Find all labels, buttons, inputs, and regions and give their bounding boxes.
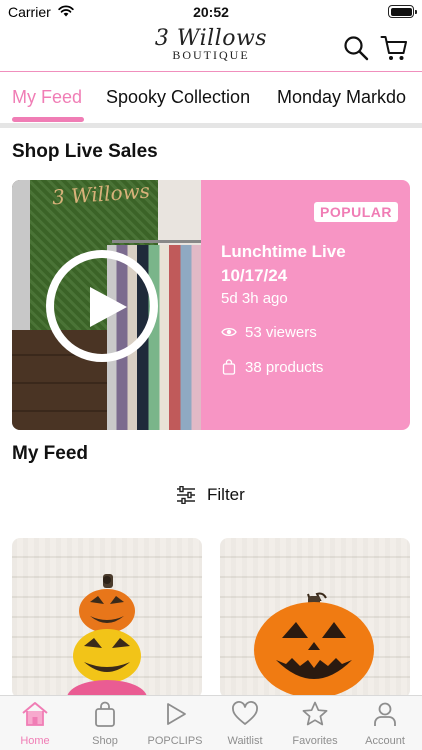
app-header: 3 Willows BOUTIQUE xyxy=(0,24,422,72)
feed-item[interactable] xyxy=(220,538,410,698)
bottom-tab-bar: Home Shop POPCLIPS Waitlist Favorites Ac… xyxy=(0,695,422,750)
tabbar-popclips-label: POPCLIPS xyxy=(147,735,203,747)
collection-tabs: My Feed Spooky Collection Monday Markdo xyxy=(0,73,422,123)
tabbar-shop-label: Shop xyxy=(92,735,118,747)
viewers-label: 53 viewers xyxy=(245,324,317,341)
stacked-pumpkin-image xyxy=(67,574,147,698)
live-sale-card[interactable]: 3 Willows POPULAR Lunchtime Live 10/17/2… xyxy=(12,180,410,430)
cart-icon[interactable] xyxy=(380,34,408,62)
search-icon[interactable] xyxy=(342,34,370,62)
products-label: 38 products xyxy=(245,359,324,376)
live-sale-thumbnail: 3 Willows xyxy=(12,180,201,430)
tabbar-favorites[interactable]: Favorites xyxy=(280,696,350,750)
tabbar-account[interactable]: Account xyxy=(350,696,420,750)
play-button[interactable] xyxy=(46,250,158,362)
tab-my-feed[interactable]: My Feed xyxy=(12,87,82,108)
status-bar: Carrier 20:52 xyxy=(0,0,422,24)
tabbar-waitlist[interactable]: Waitlist xyxy=(210,696,280,750)
eye-icon xyxy=(221,327,237,337)
tabbar-waitlist-label: Waitlist xyxy=(227,735,263,747)
tabbar-favorites-label: Favorites xyxy=(292,735,338,747)
jack-o-lantern-image xyxy=(254,592,374,698)
tabs-divider xyxy=(0,123,422,128)
filter-label: Filter xyxy=(207,485,245,504)
tabbar-popclips[interactable]: POPCLIPS xyxy=(140,696,210,750)
products-count: 38 products xyxy=(221,359,323,376)
my-feed-heading: My Feed xyxy=(12,443,89,464)
heart-icon xyxy=(232,701,258,725)
star-icon xyxy=(302,701,328,726)
photo-clothing-rack xyxy=(112,240,201,243)
live-sale-time-ago: 5d 3h ago xyxy=(221,290,288,307)
clock: 20:52 xyxy=(193,4,229,20)
home-icon xyxy=(22,702,48,726)
popular-badge: POPULAR xyxy=(314,202,398,222)
play-icon xyxy=(167,703,186,725)
viewers-count: 53 viewers xyxy=(221,324,317,341)
tab-spooky-collection[interactable]: Spooky Collection xyxy=(106,87,250,108)
live-sales-heading: Shop Live Sales xyxy=(12,141,158,162)
tab-monday-markdown[interactable]: Monday Markdo xyxy=(277,87,406,108)
live-sale-title: Lunchtime Live 10/17/24 xyxy=(221,242,346,285)
sliders-icon xyxy=(177,486,195,504)
active-tab-indicator xyxy=(12,117,84,122)
tabbar-shop[interactable]: Shop xyxy=(70,696,140,750)
play-icon xyxy=(90,287,127,327)
tabbar-account-label: Account xyxy=(365,735,405,747)
tabbar-home-label: Home xyxy=(20,735,50,747)
bag-icon xyxy=(222,359,236,375)
tabbar-home[interactable]: Home xyxy=(0,696,70,750)
battery-icon xyxy=(388,5,417,18)
boutique-logo[interactable]: 3 Willows BOUTIQUE xyxy=(150,26,272,70)
bag-icon xyxy=(95,701,115,727)
live-sale-info: POPULAR Lunchtime Live 10/17/24 5d 3h ag… xyxy=(201,180,410,430)
feed-item[interactable] xyxy=(12,538,202,698)
person-icon xyxy=(374,702,396,726)
